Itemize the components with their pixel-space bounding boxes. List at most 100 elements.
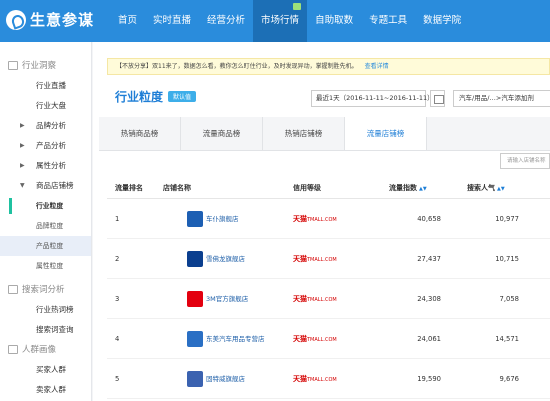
tmall-badge: 天猫TMALL.COM xyxy=(293,319,337,360)
sidebar-group-audience[interactable]: 人群画像 xyxy=(0,340,91,360)
sidebar: 行业洞察 行业直播 行业大盘 ▶ 品牌分析 ▶ 产品分析 ▶ 属性分析 ▼ 商品… xyxy=(0,42,92,401)
sidebar-item-shop-ranking[interactable]: ▼ 商品店铺榜 xyxy=(0,176,91,196)
sidebar-item-label: 品牌分析 xyxy=(36,121,66,130)
tmall-badge: 天猫TMALL.COM xyxy=(293,239,337,280)
tmall-badge: 天猫TMALL.COM xyxy=(293,279,337,320)
table-row[interactable]: 4 东美汽车用品专营店 天猫TMALL.COM 24,061 14,571 xyxy=(107,319,550,359)
app-title: 生意参谋 xyxy=(30,11,95,29)
col-rank: 流量排名 xyxy=(115,184,143,192)
credit-main: 天猫 xyxy=(293,375,307,383)
sidebar-sub-attribute-granularity[interactable]: 属性粒度 xyxy=(0,256,91,276)
sidebar-item-label: 属性分析 xyxy=(36,161,66,170)
logo-icon xyxy=(6,9,26,30)
nav-market[interactable]: 市场行情 xyxy=(253,0,308,42)
rank-cell: 3 xyxy=(115,295,120,303)
sidebar-sub-industry-granularity[interactable]: 行业粒度 xyxy=(0,196,91,216)
shop-name-link[interactable]: 车仆旗舰店 xyxy=(206,199,239,239)
table-row[interactable]: 3 3M官方旗舰店 天猫TMALL.COM 24,308 7,058 xyxy=(107,279,550,319)
shop-logo-icon xyxy=(187,251,203,267)
rank-cell: 5 xyxy=(115,375,120,383)
credit-sub: TMALL.COM xyxy=(307,377,337,383)
chevron-down-icon: ▼ xyxy=(20,182,25,189)
rank-cell: 1 xyxy=(115,215,120,223)
traffic-cell: 19,590 xyxy=(417,375,441,383)
users-icon xyxy=(8,345,18,354)
shop-name-link[interactable]: 3M官方旗舰店 xyxy=(206,279,248,319)
credit-main: 天猫 xyxy=(293,255,307,263)
sidebar-item-hot-words[interactable]: 行业热词榜 xyxy=(0,300,91,320)
shop-name-link[interactable]: 雪佛龙旗舰店 xyxy=(206,239,245,279)
sidebar-sub-product-granularity[interactable]: 产品粒度 xyxy=(0,236,91,256)
sidebar-sub-brand-granularity[interactable]: 品牌粒度 xyxy=(0,216,91,236)
table-row[interactable]: 5 固特威旗舰店 天猫TMALL.COM 19,590 9,676 xyxy=(107,359,550,399)
sidebar-item-brand-analysis[interactable]: ▶ 品牌分析 xyxy=(0,116,91,136)
page-title: 行业粒度 xyxy=(115,90,164,104)
search-cell: 14,571 xyxy=(495,335,519,343)
search-cell: 7,058 xyxy=(499,295,519,303)
traffic-cell: 24,308 xyxy=(417,295,441,303)
date-range-select[interactable]: 最近1天（2016-11-11~2016-11-11） xyxy=(311,90,434,107)
chevron-right-icon: ▶ xyxy=(20,162,25,169)
credit-sub: TMALL.COM xyxy=(307,337,337,343)
sidebar-item-product-analysis[interactable]: ▶ 产品分析 xyxy=(0,136,91,156)
nav-home[interactable]: 首页 xyxy=(110,0,145,42)
sidebar-group-label: 行业洞察 xyxy=(22,61,57,71)
category-select[interactable]: 汽车/用品/…>汽车添加剂 xyxy=(453,90,550,107)
credit-sub: TMALL.COM xyxy=(307,257,337,263)
shop-name-link[interactable]: 东美汽车用品专营店 xyxy=(206,319,265,359)
shop-name-link[interactable]: 固特威旗舰店 xyxy=(206,359,245,399)
traffic-cell: 40,658 xyxy=(417,215,441,223)
sidebar-item-industry-live[interactable]: 行业直播 xyxy=(0,76,91,96)
calendar-icon[interactable] xyxy=(430,90,445,107)
title-badge: 默认值 xyxy=(168,91,197,102)
nav-self-service[interactable]: 自助取数 xyxy=(307,0,361,42)
sidebar-group-industry[interactable]: 行业洞察 xyxy=(0,56,91,76)
credit-sub: TMALL.COM xyxy=(307,297,337,303)
monitor-icon xyxy=(8,61,18,70)
nav-operations[interactable]: 经营分析 xyxy=(199,0,253,42)
table-header: 流量排名 店铺名称 信用等级 流量指数 ▲▼ 搜索人气 ▲▼ xyxy=(107,177,550,199)
sidebar-group-label: 人群画像 xyxy=(22,345,57,355)
main-content: 【不放分享】双11来了，数据怎么看，教你怎么盯住行业，及时发现异动，掌握制胜先机… xyxy=(93,42,550,401)
chevron-right-icon: ▶ xyxy=(20,142,25,149)
sidebar-item-industry-overview[interactable]: 行业大盘 xyxy=(0,96,91,116)
shop-logo-icon xyxy=(187,291,203,307)
notice-link[interactable]: 查看详情 xyxy=(365,63,389,70)
tmall-badge: 天猫TMALL.COM xyxy=(293,359,337,400)
nav-academy[interactable]: 数据学院 xyxy=(415,0,469,42)
col-search[interactable]: 搜索人气 ▲▼ xyxy=(467,177,505,200)
sidebar-item-attribute-analysis[interactable]: ▶ 属性分析 xyxy=(0,156,91,176)
tmall-badge: 天猫TMALL.COM xyxy=(293,199,337,240)
table-row[interactable]: 1 车仆旗舰店 天猫TMALL.COM 40,658 10,977 xyxy=(107,199,550,239)
nav-realtime[interactable]: 实时直播 xyxy=(145,0,199,42)
col-search-label: 搜索人气 xyxy=(467,184,495,192)
credit-main: 天猫 xyxy=(293,215,307,223)
bar-chart-icon xyxy=(8,285,18,294)
title-row: 行业粒度 默认值 xyxy=(115,88,197,105)
table-row[interactable]: 2 雪佛龙旗舰店 天猫TMALL.COM 27,437 10,715 xyxy=(107,239,550,279)
search-cell: 10,715 xyxy=(495,255,519,263)
rank-cell: 2 xyxy=(115,255,120,263)
notice-text: 【不放分享】双11来了，数据怎么看，教你怎么盯住行业，及时发现异动，掌握制胜先机… xyxy=(116,63,358,70)
sidebar-item-word-query[interactable]: 搜索词查询 xyxy=(0,320,91,340)
sort-icon: ▲▼ xyxy=(419,186,427,192)
search-cell: 10,977 xyxy=(495,215,519,223)
shop-logo-icon xyxy=(187,371,203,387)
app-logo[interactable]: 生意参谋 xyxy=(6,9,94,30)
sidebar-item-buyers[interactable]: 买家人群 xyxy=(0,360,91,380)
sidebar-item-sellers[interactable]: 卖家人群 xyxy=(0,380,91,400)
tab-hot-products[interactable]: 热销商品榜 xyxy=(99,117,181,150)
tab-traffic-shops[interactable]: 流量店铺榜 xyxy=(345,117,427,150)
shop-search-input[interactable]: 请输入店铺名称 xyxy=(500,153,550,169)
tab-traffic-products[interactable]: 流量商品榜 xyxy=(181,117,263,150)
tab-hot-shops[interactable]: 热销店铺榜 xyxy=(263,117,345,150)
nav-tools[interactable]: 专题工具 xyxy=(361,0,415,42)
col-traffic[interactable]: 流量指数 ▲▼ xyxy=(389,177,427,200)
rank-cell: 4 xyxy=(115,335,120,343)
sidebar-group-search[interactable]: 搜索词分析 xyxy=(0,280,91,300)
col-shop: 店铺名称 xyxy=(163,184,191,192)
top-navbar: 生意参谋 首页 实时直播 经营分析 市场行情 自助取数 专题工具 数据学院 xyxy=(0,0,550,42)
sort-icon: ▲▼ xyxy=(497,186,505,192)
shop-logo-icon xyxy=(187,211,203,227)
nav-market-label: 市场行情 xyxy=(261,15,300,26)
